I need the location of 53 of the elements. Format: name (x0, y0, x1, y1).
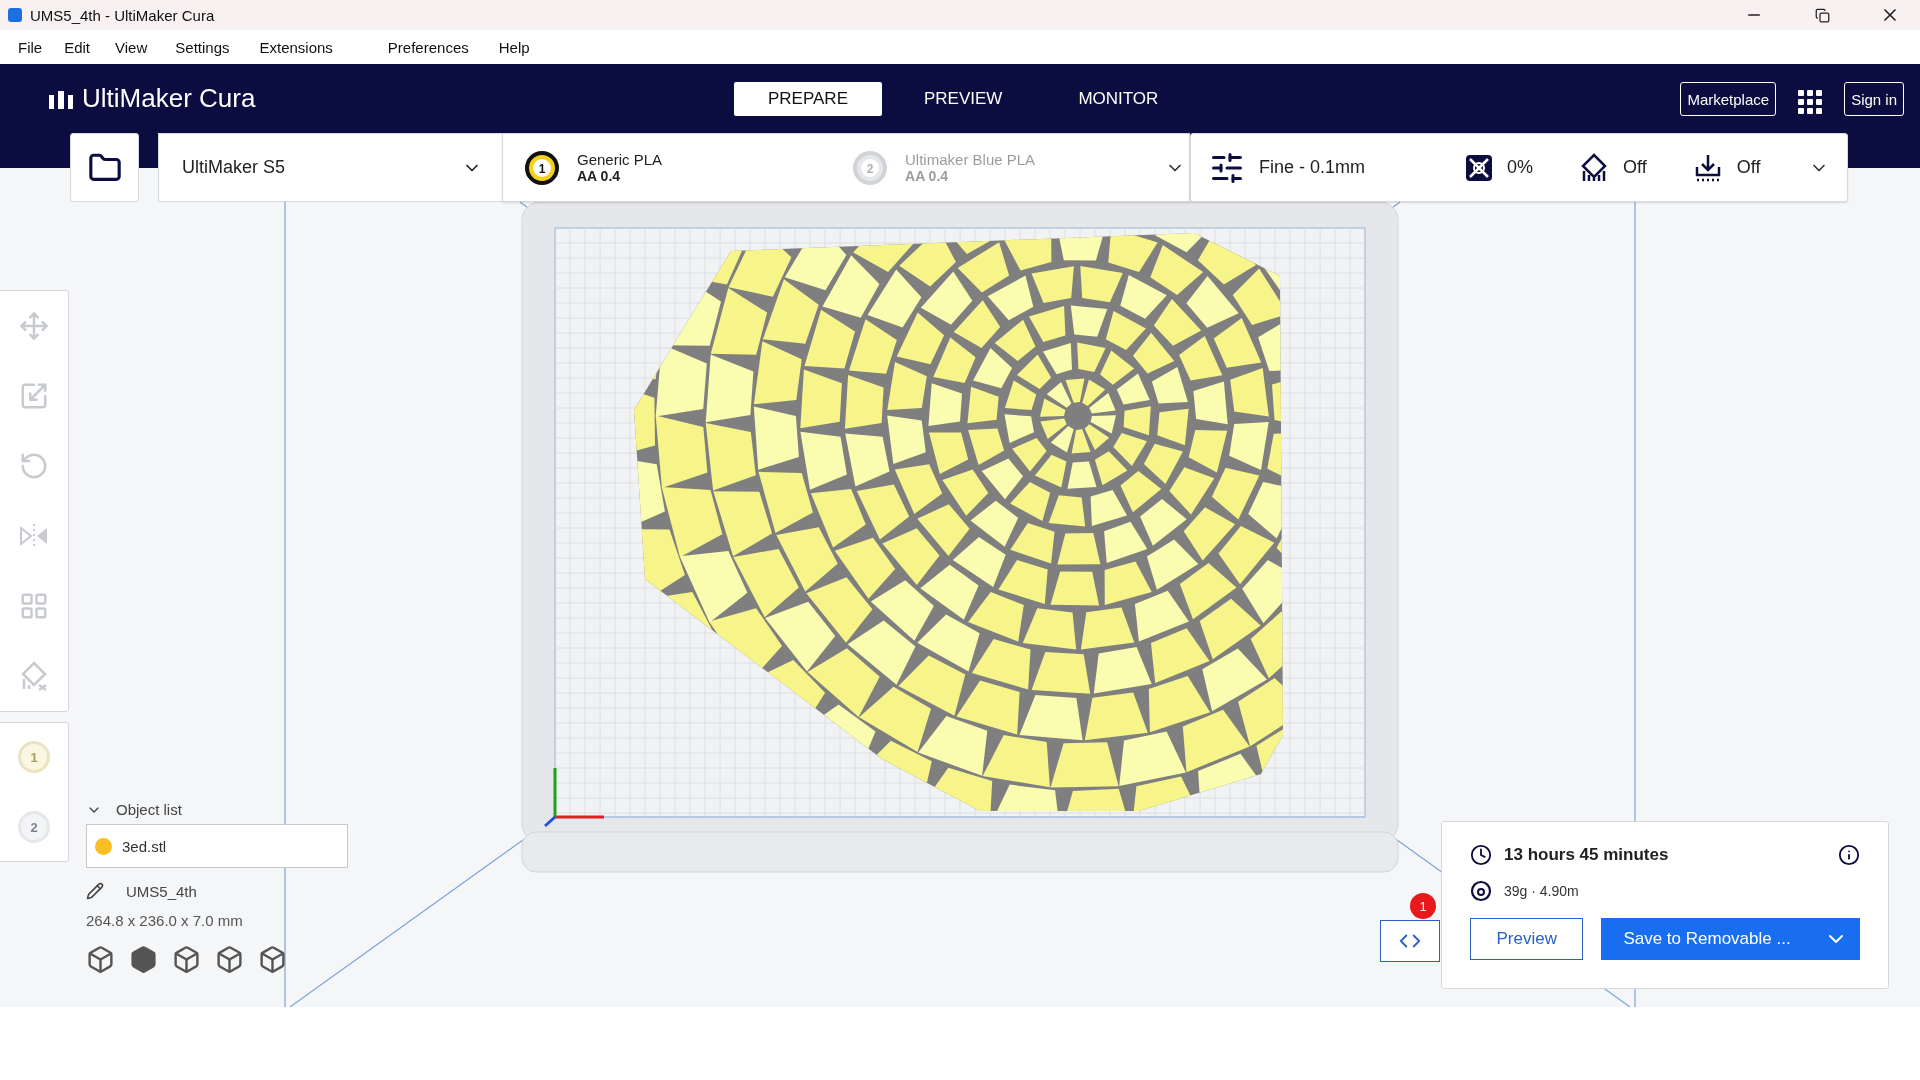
infill-value: 0% (1507, 157, 1534, 178)
marketplace-button[interactable]: Marketplace (1680, 82, 1777, 116)
profile-label: Fine - 0.1mm (1259, 157, 1366, 178)
print-time: 13 hours 45 minutes (1504, 845, 1670, 865)
view-3d-icon[interactable] (86, 945, 115, 974)
print-core: AA 0.4 (577, 168, 622, 184)
save-to-removable-button[interactable]: Save to Removable ... (1601, 918, 1860, 960)
infill-icon (1465, 153, 1494, 182)
logo-icon (48, 88, 74, 109)
clock-icon (1470, 844, 1492, 866)
support-value: Off (1623, 157, 1647, 178)
printer-selector[interactable]: UltiMaker S5 (158, 133, 502, 202)
menu-item[interactable]: Extensions (249, 34, 343, 60)
material-selector[interactable]: 1 Generic PLA AA 0.4 2 Ultimaker Blue PLA AA 0.4 (502, 133, 1190, 202)
object-list-toggle[interactable]: Object list (86, 801, 346, 824)
extruder-icon: 1 (523, 148, 561, 187)
axis-indicator (544, 768, 604, 828)
restore-icon[interactable] (1814, 7, 1830, 23)
window-title: UMS5_4th - UltiMaker Cura (30, 6, 216, 24)
notification-badge: 1 (1410, 893, 1436, 919)
stage-tab[interactable]: MONITOR (1044, 82, 1193, 116)
app-logo: UltiMaker Cura (82, 83, 256, 114)
sign-in-button[interactable]: Sign in (1844, 82, 1904, 116)
pencil-icon[interactable] (86, 882, 104, 900)
view-left-icon[interactable] (215, 945, 244, 974)
view-front-icon[interactable] (129, 945, 158, 974)
menu-item[interactable]: Help (488, 34, 540, 60)
view-top-icon[interactable] (172, 945, 201, 974)
print-settings-bar[interactable]: Fine - 0.1mm 0% Off Off (1190, 133, 1848, 202)
material-name: Generic PLA (577, 151, 663, 168)
spool-icon (1470, 880, 1492, 902)
material-name: Ultimaker Blue PLA (905, 151, 1036, 168)
open-file-button[interactable] (70, 133, 139, 202)
view-right-icon[interactable] (258, 945, 287, 974)
menu-item[interactable]: File (8, 34, 53, 60)
menu-item[interactable]: View (105, 34, 158, 60)
model-dimensions: 264.8 x 236.0 x 7.0 mm (86, 912, 244, 929)
project-name: UMS5_4th (126, 882, 197, 900)
code-button[interactable] (1380, 920, 1440, 962)
app-icon (8, 8, 22, 22)
object-list-item[interactable]: 3ed.stl (95, 837, 167, 855)
stage-tab[interactable]: PREPARE (734, 82, 882, 116)
stage-tab[interactable]: PREVIEW (890, 82, 1037, 116)
menu-item[interactable]: Preferences (377, 34, 479, 60)
material-usage: 39g · 4.90m (1504, 883, 1579, 899)
menu-item[interactable]: Settings (165, 34, 240, 60)
preview-button[interactable]: Preview (1470, 918, 1584, 960)
adhesion-value: Off (1736, 157, 1761, 178)
info-icon[interactable] (1838, 844, 1860, 866)
extruder-icon: 2 (851, 148, 890, 187)
menu-item[interactable]: Edit (54, 34, 101, 60)
print-core: AA 0.4 (905, 168, 950, 184)
apps-grid-icon[interactable] (1798, 90, 1823, 114)
